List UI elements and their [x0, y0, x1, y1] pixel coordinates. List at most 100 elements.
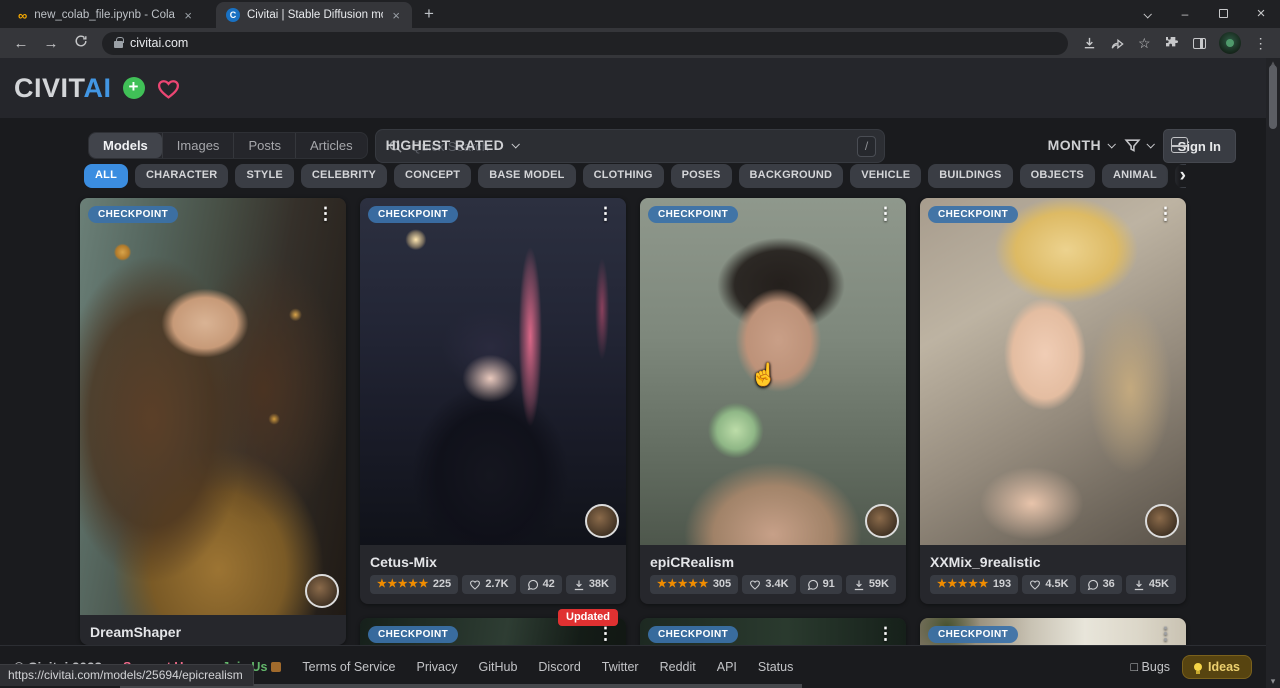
card-menu-icon[interactable]: ⋮ — [591, 202, 620, 226]
download-page-icon[interactable] — [1082, 36, 1097, 51]
footer-link-discord[interactable]: Discord — [538, 660, 580, 674]
ideas-button[interactable]: Ideas — [1182, 655, 1252, 679]
card-menu-icon[interactable]: ⋮ — [871, 622, 900, 646]
window-restore-button[interactable] — [1204, 0, 1242, 28]
chip-concept[interactable]: CONCEPT — [394, 164, 471, 188]
checkpoint-badge[interactable]: CHECKPOINT — [648, 626, 738, 643]
bugs-button[interactable]: □ Bugs — [1130, 660, 1170, 674]
footer-link-github[interactable]: GitHub — [479, 660, 518, 674]
heart-icon — [469, 579, 481, 591]
card-menu-icon[interactable]: ⋮ — [871, 202, 900, 226]
updated-badge: Updated — [558, 609, 618, 626]
model-card-cetus-mix[interactable]: CHECKPOINT ⋮ Cetus-Mix ★★★★★225 2.7K 42 … — [360, 198, 626, 604]
civitai-favicon-icon: C — [226, 8, 240, 22]
chip-objects[interactable]: OBJECTS — [1020, 164, 1095, 188]
favorites-heart-icon[interactable] — [156, 77, 181, 100]
creator-avatar[interactable] — [1145, 504, 1179, 538]
chip-character[interactable]: CHARACTER — [135, 164, 228, 188]
checkpoint-badge[interactable]: CHECKPOINT — [928, 626, 1018, 643]
card-menu-icon[interactable]: ⋮ — [1151, 202, 1180, 226]
checkpoint-badge[interactable]: CHECKPOINT — [368, 626, 458, 643]
checkpoint-badge[interactable]: CHECKPOINT — [648, 206, 738, 223]
upload-plus-button[interactable]: + — [123, 77, 145, 99]
tab-images[interactable]: Images — [162, 133, 234, 158]
window-close-button[interactable]: × — [1242, 0, 1280, 28]
chip-poses[interactable]: POSES — [671, 164, 732, 188]
card-menu-icon[interactable]: ⋮ — [311, 202, 340, 226]
tab-articles[interactable]: Articles — [295, 133, 367, 158]
comment-icon — [807, 579, 819, 591]
layout-toggle-icon[interactable] — [1171, 137, 1188, 153]
address-bar[interactable]: civitai.com — [102, 32, 1068, 55]
creator-avatar[interactable] — [585, 504, 619, 538]
window-minimize-button[interactable]: – — [1166, 0, 1204, 28]
tab-close-icon[interactable]: × — [182, 8, 194, 23]
share-icon[interactable] — [1110, 36, 1125, 51]
bug-icon: □ — [1130, 660, 1138, 674]
civitai-logo[interactable]: CIVITAI — [14, 73, 112, 104]
model-card-epicrealism[interactable]: CHECKPOINT ⋮ epiCRealism ★★★★★305 3.4K 9… — [640, 198, 906, 604]
footer-link-privacy[interactable]: Privacy — [417, 660, 458, 674]
chip-base-model[interactable]: BASE MODEL — [478, 164, 575, 188]
browser-window: ∞ new_colab_file.ipynb - Colaborat × C C… — [0, 0, 1280, 688]
tab-title: Civitai | Stable Diffusion models. — [247, 9, 383, 21]
footer-link-status[interactable]: Status — [758, 660, 793, 674]
chip-all[interactable]: ALL — [84, 164, 128, 188]
vertical-scrollbar[interactable]: ▴ ▾ — [1266, 58, 1280, 688]
sort-dropdown[interactable]: HIGHEST RATED — [386, 137, 519, 153]
checkpoint-badge[interactable]: CHECKPOINT — [368, 206, 458, 223]
comment-icon — [527, 579, 539, 591]
content-type-tabs: Models Images Posts Articles — [88, 132, 368, 159]
browser-menu-icon[interactable]: ⋮ — [1254, 35, 1268, 52]
filter-funnel-icon[interactable] — [1124, 137, 1141, 154]
likes-pill: 4.5K — [1022, 575, 1075, 594]
chip-background[interactable]: BACKGROUND — [739, 164, 844, 188]
browser-toolbar: ← → civitai.com ☆ ⋮ — [0, 28, 1280, 58]
tab-search-icon[interactable] — [1128, 0, 1166, 28]
tab-civitai[interactable]: C Civitai | Stable Diffusion models. × — [216, 2, 412, 28]
creator-avatar[interactable] — [865, 504, 899, 538]
chips-scroll-right-icon[interactable]: › — [1166, 165, 1186, 187]
chip-vehicle[interactable]: VEHICLE — [850, 164, 921, 188]
scrollbar-thumb[interactable] — [1269, 65, 1277, 129]
lock-icon — [114, 41, 123, 48]
model-card-xxmix[interactable]: CHECKPOINT ⋮ XXMix_9realistic ★★★★★193 4… — [920, 198, 1186, 604]
bookmark-star-icon[interactable]: ☆ — [1138, 35, 1151, 52]
chip-buildings[interactable]: BUILDINGS — [928, 164, 1012, 188]
chip-clothing[interactable]: CLOTHING — [583, 164, 664, 188]
model-card-dreamshaper[interactable]: CHECKPOINT ⋮ DreamShaper — [80, 198, 346, 645]
tab-posts[interactable]: Posts — [233, 133, 295, 158]
reload-button[interactable] — [68, 34, 94, 52]
rating-count: 225 — [433, 578, 451, 591]
chip-style[interactable]: STYLE — [235, 164, 293, 188]
join-emoji-icon — [271, 662, 281, 672]
footer-link-twitter[interactable]: Twitter — [602, 660, 639, 674]
extensions-puzzle-icon[interactable] — [1164, 35, 1180, 51]
side-panel-icon[interactable] — [1193, 38, 1206, 49]
back-button[interactable]: ← — [8, 35, 34, 52]
rating-pill: ★★★★★193 — [930, 575, 1018, 594]
tab-close-icon[interactable]: × — [390, 8, 402, 23]
tab-models[interactable]: Models — [89, 133, 162, 158]
creator-avatar[interactable] — [305, 574, 339, 608]
footer-link-terms[interactable]: Terms of Service — [302, 660, 395, 674]
downloads-count: 45K — [1149, 578, 1169, 591]
chip-celebrity[interactable]: CELEBRITY — [301, 164, 387, 188]
likes-pill: 2.7K — [462, 575, 515, 594]
period-dropdown[interactable]: MONTH — [1048, 137, 1114, 153]
card-menu-icon[interactable]: ⋮ — [1151, 622, 1180, 646]
checkpoint-badge[interactable]: CHECKPOINT — [928, 206, 1018, 223]
browser-profile-avatar[interactable] — [1219, 32, 1241, 54]
tab-colab[interactable]: ∞ new_colab_file.ipynb - Colaborat × — [8, 2, 204, 28]
downloads-pill: 38K — [566, 575, 616, 594]
chevron-down-icon[interactable] — [1146, 140, 1154, 148]
checkpoint-badge[interactable]: CHECKPOINT — [88, 206, 178, 223]
address-url[interactable]: civitai.com — [130, 36, 188, 50]
footer-link-api[interactable]: API — [717, 660, 737, 674]
scrollbar-down-icon[interactable]: ▾ — [1266, 676, 1280, 687]
forward-button[interactable]: → — [38, 35, 64, 52]
download-icon — [573, 579, 585, 591]
chip-animal[interactable]: ANIMAL — [1102, 164, 1168, 188]
footer-link-reddit[interactable]: Reddit — [660, 660, 696, 674]
new-tab-button[interactable]: + — [412, 4, 448, 28]
